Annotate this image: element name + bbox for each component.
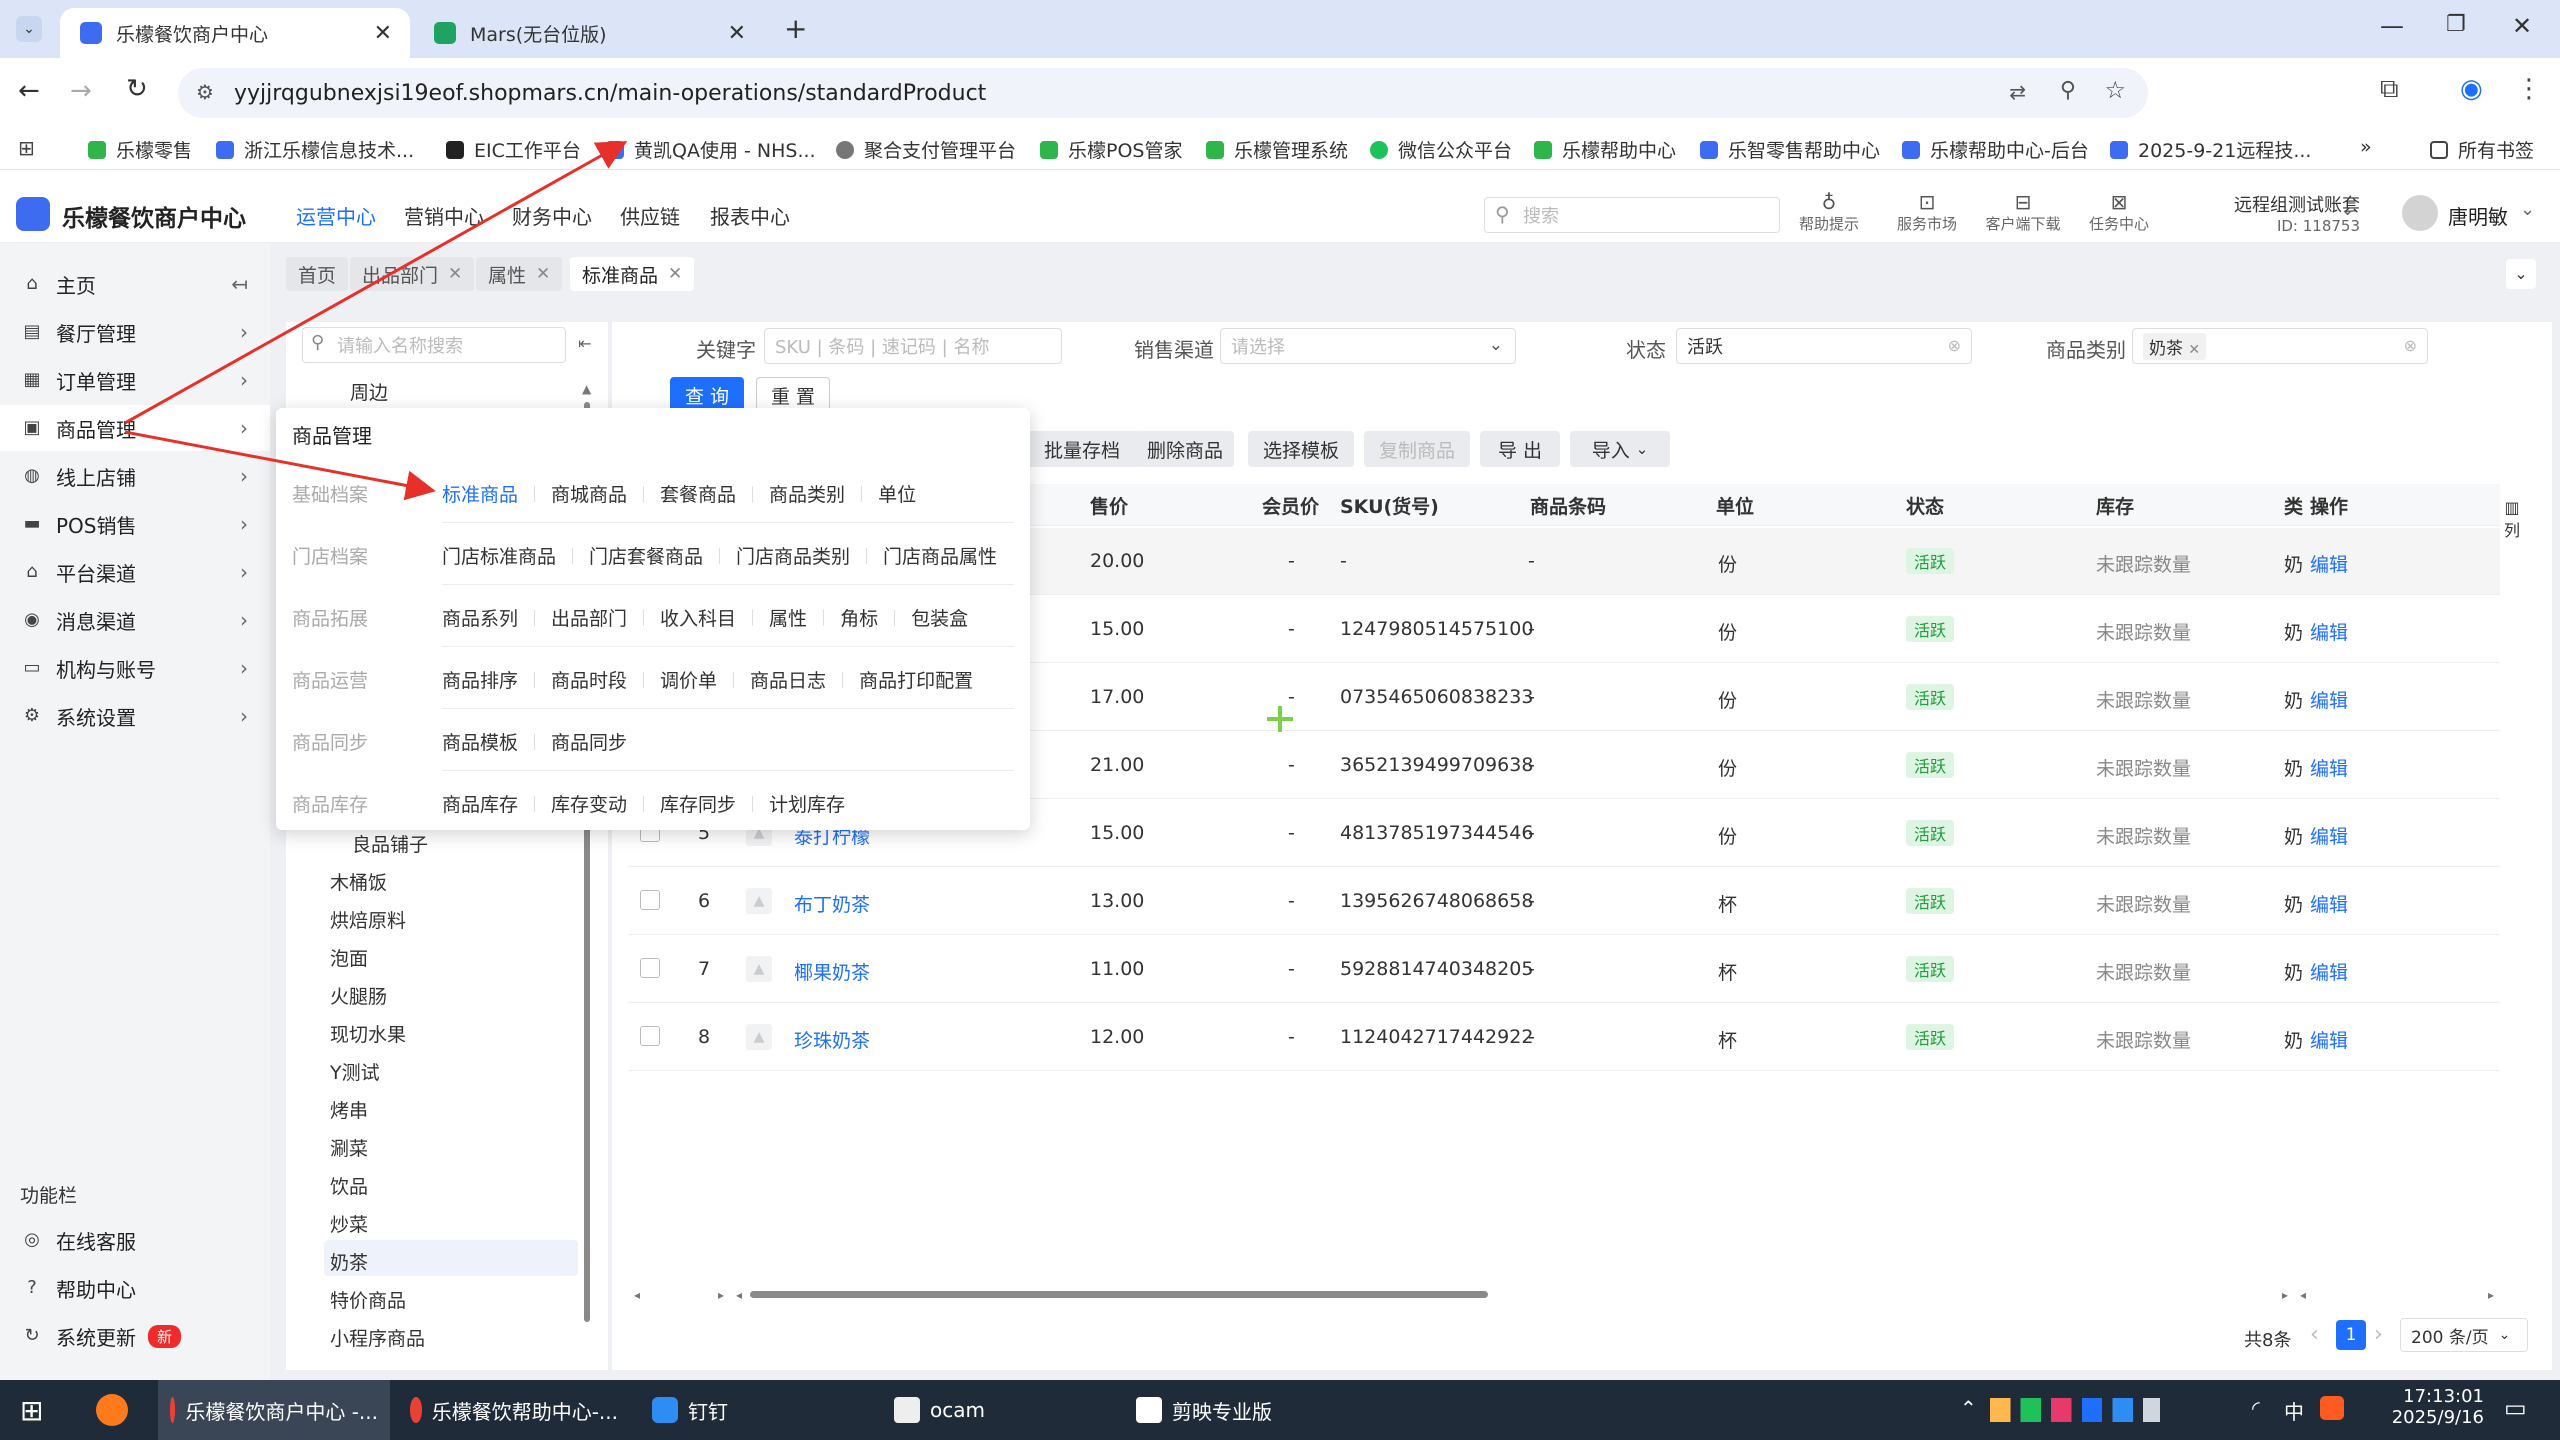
chrome-icon [410,1397,422,1423]
move-cursor-icon [1267,706,1293,732]
network-icon[interactable]: ◜ [2252,1396,2260,1420]
capcut-icon [1136,1397,1162,1423]
ime-indicator[interactable]: 中 [2284,1396,2304,1425]
taskbar: ⊞ 乐檬餐饮商户中心 -... 乐檬餐饮帮助中心-... 钉钉 ocam 剪映专… [0,1380,2560,1440]
notification-icon[interactable]: ▭ [2504,1394,2527,1422]
chrome-icon [170,1397,176,1423]
dingtalk-icon [652,1397,678,1423]
taskbar-app-chrome-merchant[interactable]: 乐檬餐饮商户中心 -... [158,1380,390,1440]
sogou-icon[interactable] [2320,1396,2344,1420]
clock-time: 17:13:01 [2403,1386,2484,1407]
taskbar-app-ocam[interactable]: ocam [882,1380,1082,1440]
tray-apps-icon[interactable] [1990,1398,2160,1422]
firefox-icon[interactable] [96,1394,128,1426]
clock-date: 2025/9/16 [2391,1407,2484,1428]
windows-start-icon[interactable]: ⊞ [20,1394,43,1427]
clock[interactable]: 17:13:01 2025/9/16 [2384,1386,2484,1428]
ocam-icon [894,1397,920,1423]
annotation-arrow [124,430,436,501]
taskbar-app-capcut[interactable]: 剪映专业版 [1124,1380,1324,1440]
tray-expand-icon[interactable]: ⌃ [1960,1396,1977,1420]
annotation-arrow [124,141,628,425]
taskbar-app-chrome-help[interactable]: 乐檬餐饮帮助中心-... [398,1380,630,1440]
annotation-arrows [124,141,1293,732]
taskbar-app-dingtalk[interactable]: 钉钉 [640,1380,840,1440]
